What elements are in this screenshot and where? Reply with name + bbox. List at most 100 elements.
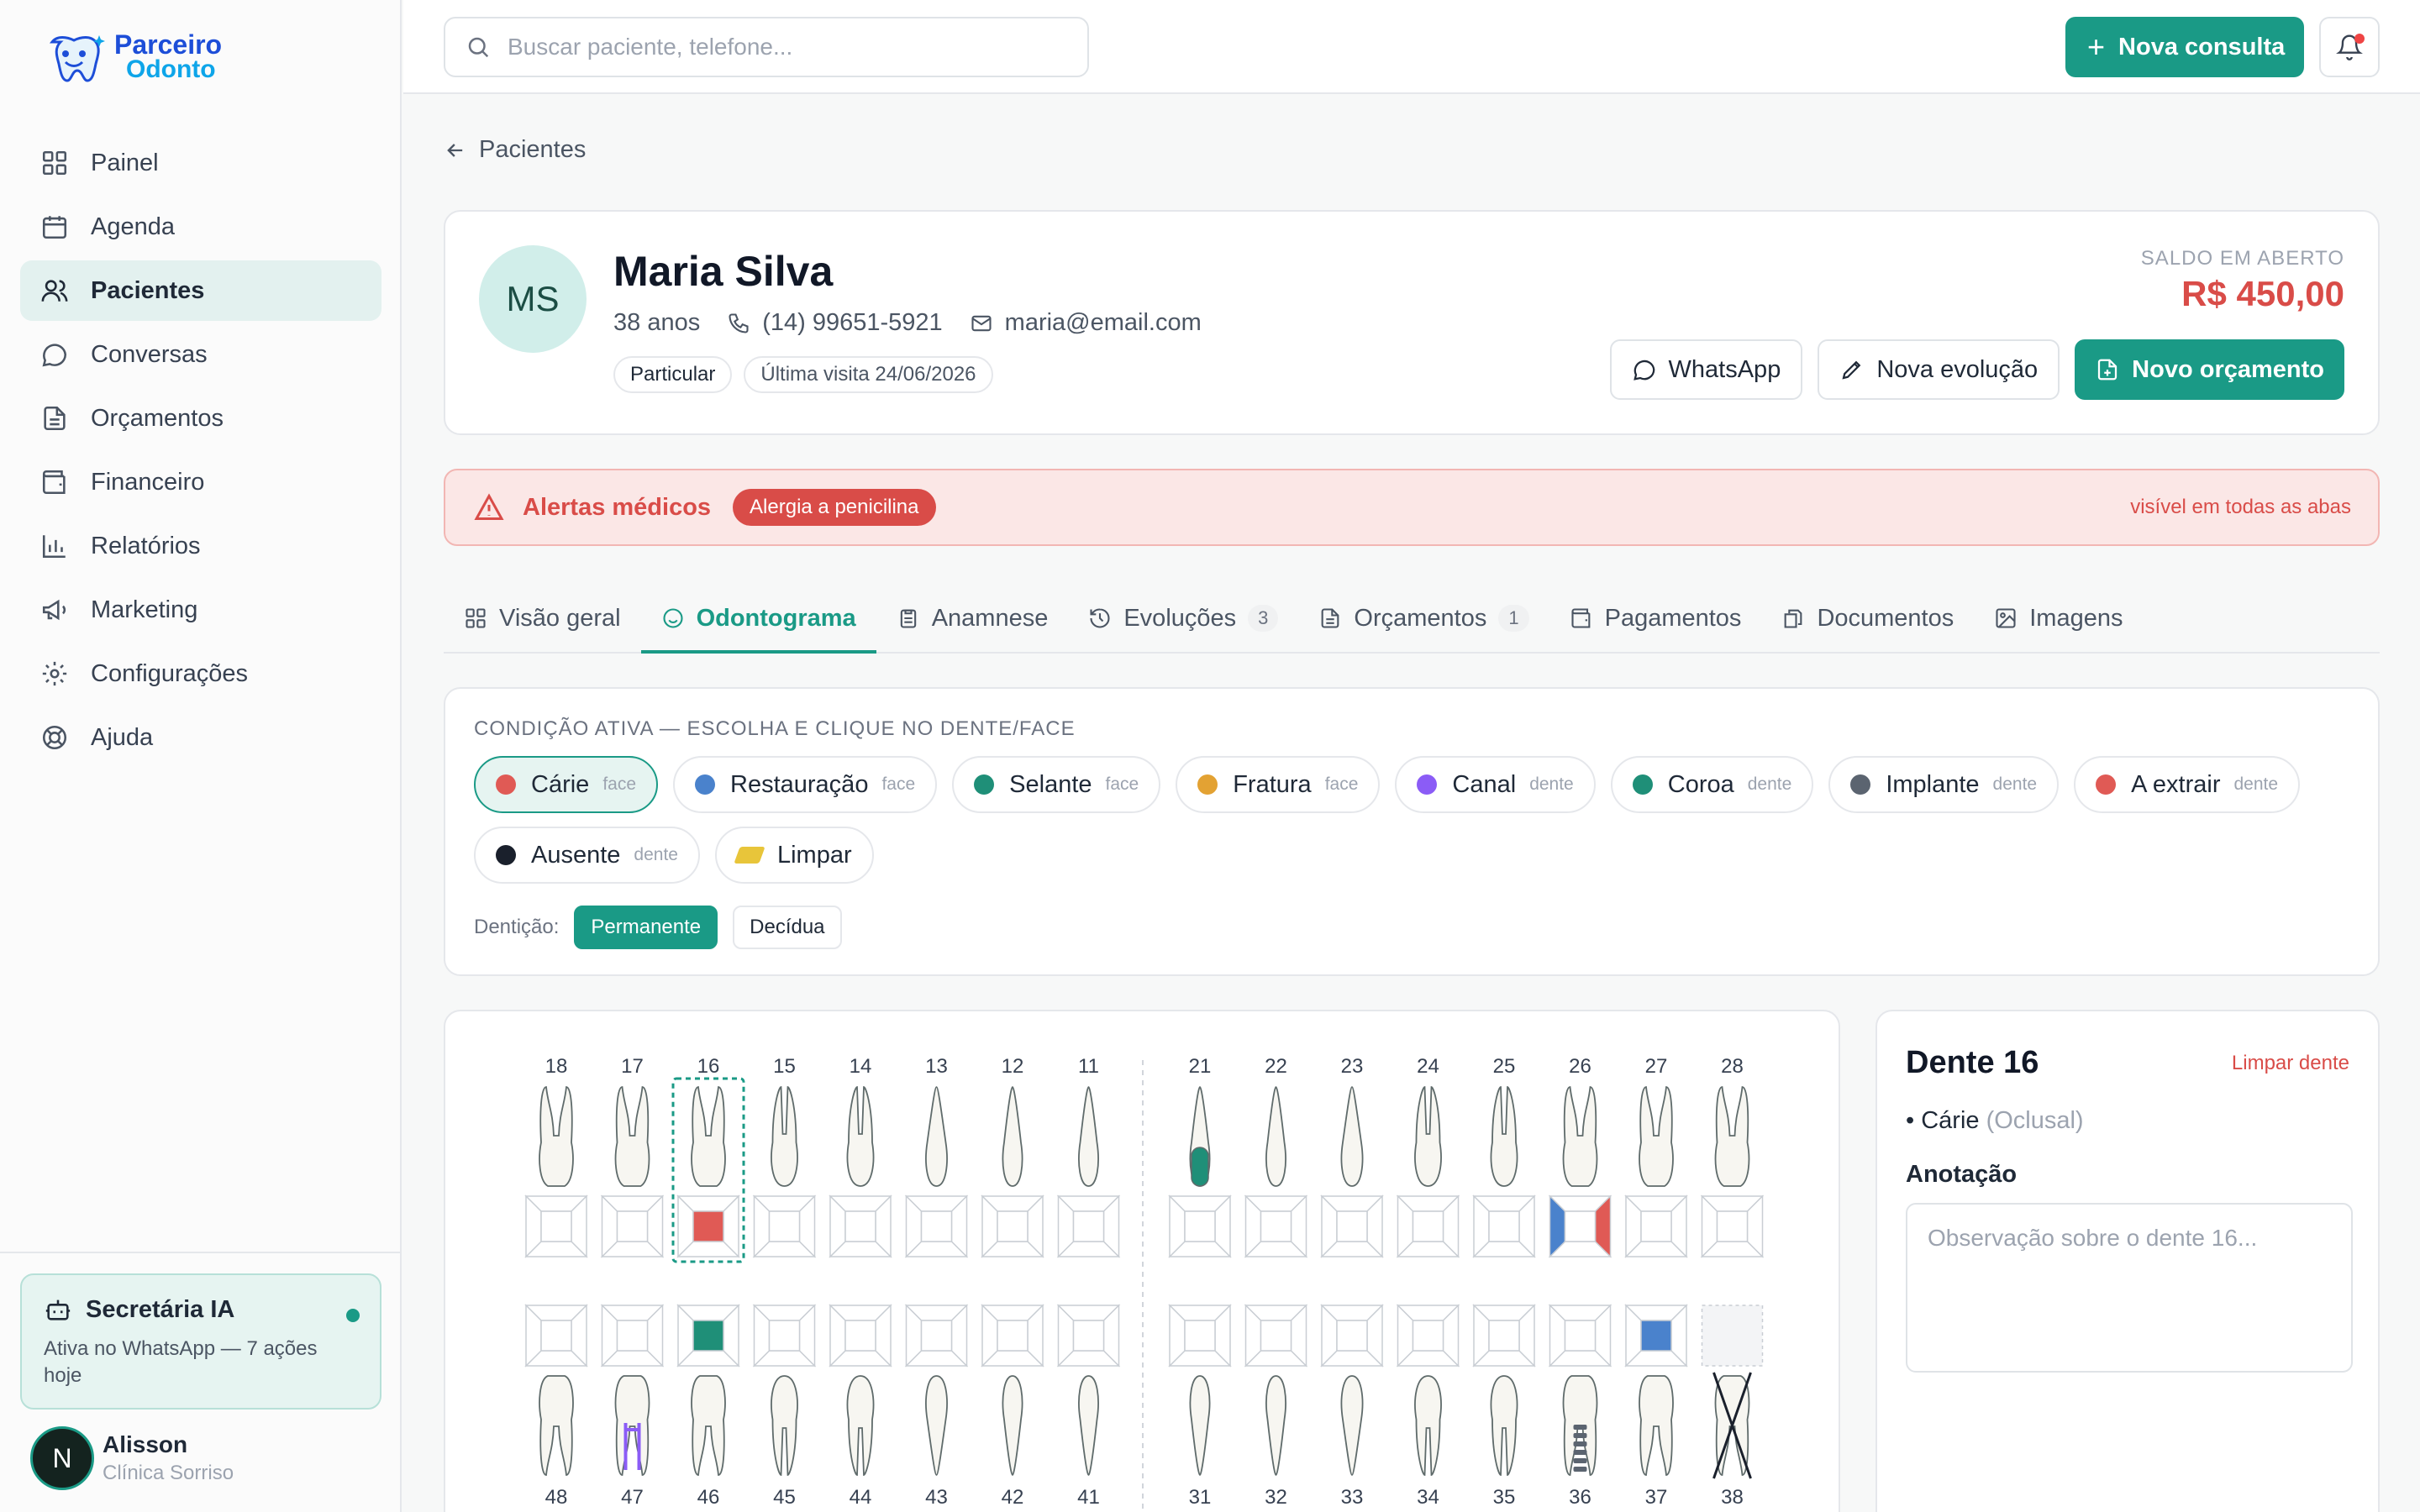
tooth-shape[interactable] <box>1340 1086 1364 1187</box>
new-quote-button[interactable]: Novo orçamento <box>2075 339 2344 400</box>
tooth-33[interactable]: 33 <box>1320 1304 1384 1509</box>
tooth-face-center[interactable] <box>844 1320 876 1352</box>
sidebar-item-financeiro[interactable]: Financeiro <box>20 452 381 512</box>
tooth-12[interactable]: 12 <box>981 1055 1044 1258</box>
condition-chip-coroa[interactable]: Coroa dente <box>1610 756 1814 813</box>
tooth-face-center[interactable] <box>1412 1210 1444 1242</box>
search-input[interactable] <box>508 34 1045 60</box>
tooth-15[interactable]: 15 <box>752 1055 817 1258</box>
new-appointment-button[interactable]: + Nova consulta <box>2065 17 2304 77</box>
tooth-34[interactable]: 34 <box>1396 1304 1460 1509</box>
tooth-13[interactable]: 13 <box>904 1055 969 1258</box>
tooth-shape[interactable] <box>614 1375 650 1476</box>
tooth-face-center[interactable] <box>1488 1320 1520 1352</box>
tooth-face-center[interactable] <box>616 1210 649 1242</box>
tooth-14[interactable]: 14 <box>829 1055 892 1258</box>
tooth-23[interactable]: 23 <box>1320 1055 1384 1258</box>
tooth-shape[interactable] <box>539 1086 574 1187</box>
sidebar-item-agenda[interactable]: Agenda <box>20 197 381 257</box>
tooth-38[interactable]: 38 <box>1701 1305 1764 1509</box>
tab-evolucoes[interactable]: Evoluções 3 <box>1068 585 1298 652</box>
tooth-shape[interactable] <box>1078 1375 1099 1476</box>
tooth-shape[interactable] <box>771 1086 798 1187</box>
tooth-47[interactable]: 47 <box>600 1304 665 1509</box>
tooth-shape[interactable] <box>1714 1086 1750 1187</box>
tooth-shape[interactable] <box>1639 1086 1674 1187</box>
tooth-44[interactable]: 44 <box>829 1304 892 1509</box>
tooth-31[interactable]: 31 <box>1168 1304 1232 1509</box>
tooth-face-center[interactable] <box>1336 1320 1368 1352</box>
tooth-shape[interactable] <box>1265 1375 1286 1476</box>
tooth-shape[interactable] <box>771 1375 798 1476</box>
tooth-shape[interactable] <box>1414 1086 1442 1187</box>
tooth-shape[interactable] <box>925 1375 948 1476</box>
tooth-face-center[interactable] <box>768 1320 801 1352</box>
tab-documentos[interactable]: Documentos <box>1761 585 1974 652</box>
tooth-face-center[interactable] <box>1488 1210 1520 1242</box>
tab-imagens[interactable]: Imagens <box>1974 585 2143 652</box>
tooth-face-center[interactable] <box>1412 1320 1444 1352</box>
tooth-shape[interactable] <box>1078 1086 1099 1187</box>
tooth-shape[interactable] <box>1002 1086 1023 1187</box>
tooth-32[interactable]: 32 <box>1244 1304 1308 1509</box>
sidebar-item-conversas[interactable]: Conversas <box>20 324 381 385</box>
whatsapp-button[interactable]: WhatsApp <box>1609 339 1803 400</box>
tooth-face-center[interactable] <box>1716 1210 1749 1242</box>
tooth-shape[interactable] <box>1189 1375 1211 1476</box>
tooth-face-center[interactable] <box>1072 1320 1105 1352</box>
tooth-41[interactable]: 41 <box>1056 1304 1121 1509</box>
tooth-face-center[interactable] <box>692 1320 724 1352</box>
tooth-shape[interactable] <box>614 1086 650 1187</box>
tab-orcamentos[interactable]: Orçamentos 1 <box>1298 585 1549 652</box>
tooth-face-center[interactable] <box>1336 1210 1368 1242</box>
search-box[interactable] <box>444 17 1089 77</box>
notifications-button[interactable] <box>2319 17 2380 77</box>
sidebar-item-relatorios[interactable]: Relatórios <box>20 516 381 576</box>
tooth-shape[interactable] <box>691 1086 726 1187</box>
tooth-face-center[interactable] <box>1564 1210 1597 1242</box>
tooth-face-center[interactable] <box>1260 1320 1292 1352</box>
condition-chip-limpar[interactable]: Limpar <box>714 827 874 884</box>
tooth-28[interactable]: 28 <box>1700 1055 1765 1258</box>
tooth-shape[interactable] <box>1340 1375 1364 1476</box>
tooth-face-center[interactable] <box>1260 1210 1292 1242</box>
tooth-face-center[interactable] <box>997 1320 1028 1352</box>
dentition-permanent-button[interactable]: Permanente <box>574 906 718 949</box>
tooth-face-center[interactable] <box>1564 1320 1597 1352</box>
tooth-shape[interactable] <box>1562 1086 1598 1187</box>
tooth-17[interactable]: 17 <box>600 1055 665 1258</box>
tooth-shape[interactable] <box>846 1375 875 1476</box>
tooth-36[interactable]: 36 <box>1548 1304 1612 1509</box>
tooth-37[interactable]: 37 <box>1624 1304 1688 1509</box>
sidebar-item-painel[interactable]: Painel <box>20 133 381 193</box>
tooth-face-center[interactable] <box>920 1320 953 1352</box>
tooth-face-center[interactable] <box>1072 1210 1105 1242</box>
condition-chip-fratura[interactable]: Fratura face <box>1176 756 1381 813</box>
sidebar-item-marketing[interactable]: Marketing <box>20 580 381 640</box>
tooth-35[interactable]: 35 <box>1472 1304 1536 1509</box>
sidebar-item-pacientes[interactable]: Pacientes <box>20 260 381 321</box>
tooth-shape[interactable] <box>539 1375 574 1476</box>
tooth-shape[interactable] <box>1002 1375 1023 1476</box>
tooth-shape[interactable] <box>846 1086 875 1187</box>
tooth-shape[interactable] <box>925 1086 948 1187</box>
sidebar-item-ajuda[interactable]: Ajuda <box>20 707 381 768</box>
tooth-face-center[interactable] <box>540 1210 572 1242</box>
tooth-11[interactable]: 11 <box>1056 1055 1121 1258</box>
user-profile[interactable]: N Alisson Clínica Sorriso <box>30 1416 383 1500</box>
back-link[interactable]: Pacientes <box>444 136 586 164</box>
tooth-face-center[interactable] <box>616 1320 649 1352</box>
tooth-face-center[interactable] <box>920 1210 953 1242</box>
tooth-face-center[interactable] <box>768 1210 801 1242</box>
patient-phone[interactable]: (14) 99651-5921 <box>727 309 943 337</box>
tooth-face-center[interactable] <box>1640 1210 1672 1242</box>
tooth-25[interactable]: 25 <box>1472 1055 1536 1258</box>
condition-chip-selante[interactable]: Selante face <box>952 756 1161 813</box>
tab-pagamentos[interactable]: Pagamentos <box>1549 585 1762 652</box>
tooth-16[interactable]: 16 <box>671 1055 745 1263</box>
tooth-18[interactable]: 18 <box>524 1055 588 1258</box>
condition-chip-a-extrair[interactable]: A extrair dente <box>2074 756 2301 813</box>
tooth-face-center[interactable] <box>844 1210 876 1242</box>
tooth-shape[interactable] <box>1490 1375 1518 1476</box>
patient-email[interactable]: maria@email.com <box>970 309 1202 337</box>
